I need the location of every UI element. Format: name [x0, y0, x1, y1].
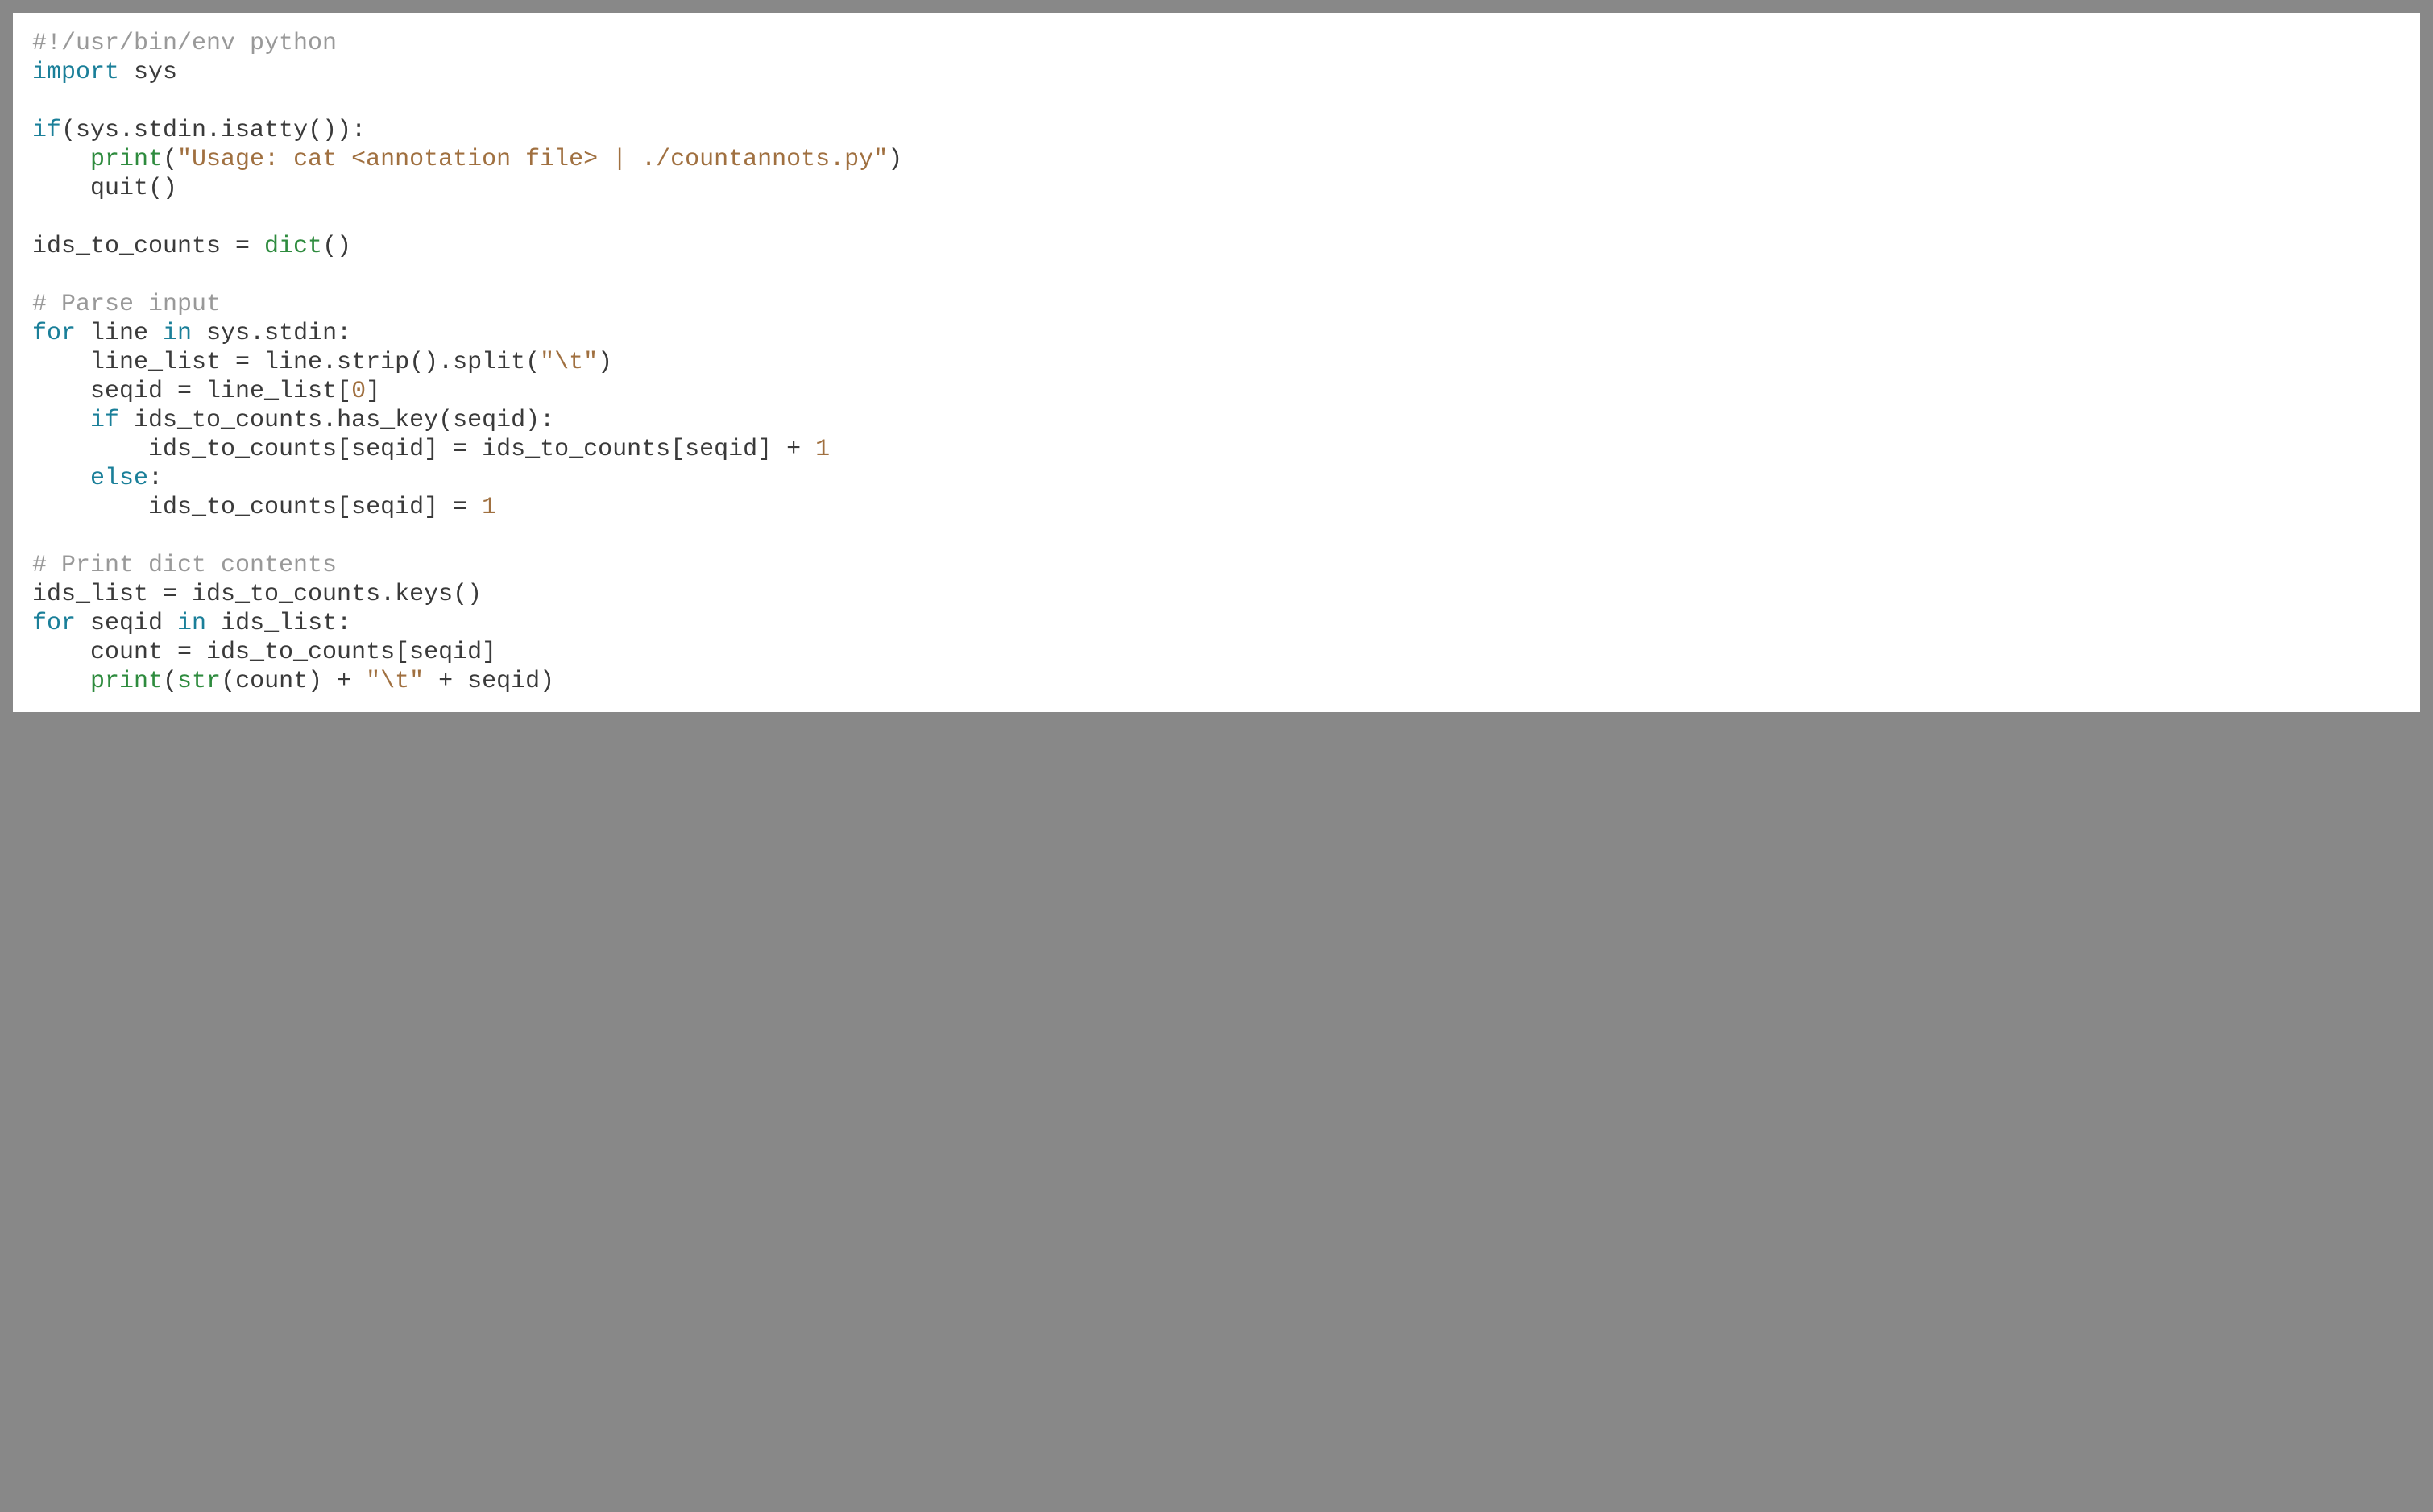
code-token: ids_to_counts[seqid] =: [32, 494, 482, 521]
code-token: ): [888, 146, 902, 173]
code-line: if(sys.stdin.isatty()):: [32, 116, 2401, 145]
code-token: seqid = line_list[: [32, 378, 351, 405]
code-token: [32, 668, 90, 695]
code-token: ids_to_counts.has_key(seqid):: [119, 407, 554, 434]
code-token: (sys.stdin.isatty()):: [61, 117, 366, 144]
python-code-block: #!/usr/bin/env pythonimport sys if(sys.s…: [13, 13, 2420, 712]
code-line: quit(): [32, 174, 2401, 203]
code-line: ids_list = ids_to_counts.keys(): [32, 580, 2401, 609]
code-token: # Print dict contents: [32, 552, 337, 579]
code-line: # Print dict contents: [32, 551, 2401, 580]
code-line: if ids_to_counts.has_key(seqid):: [32, 406, 2401, 435]
code-token: #!/usr/bin/env python: [32, 30, 337, 57]
code-token: if: [90, 407, 119, 434]
code-line: for line in sys.stdin:: [32, 319, 2401, 348]
code-token: ]: [366, 378, 380, 405]
code-token: [32, 146, 90, 173]
code-line: [32, 261, 2401, 290]
code-line: seqid = line_list[0]: [32, 377, 2401, 406]
code-line: print("Usage: cat <annotation file> | ./…: [32, 145, 2401, 174]
code-token: (count) +: [221, 668, 366, 695]
code-token: 1: [815, 436, 830, 463]
code-line: import sys: [32, 58, 2401, 87]
code-token: print: [90, 668, 163, 695]
code-line: print(str(count) + "\t" + seqid): [32, 667, 2401, 696]
code-token: "\t": [366, 668, 424, 695]
code-token: "Usage: cat <annotation file> | ./counta…: [177, 146, 888, 173]
code-token: ids_list = ids_to_counts.keys(): [32, 581, 482, 608]
code-token: for: [32, 610, 76, 637]
code-token: sys: [119, 59, 177, 86]
code-token: dict: [264, 233, 322, 260]
code-token: 0: [351, 378, 366, 405]
code-line: [32, 522, 2401, 551]
code-token: sys.stdin:: [192, 320, 351, 347]
code-token: [32, 465, 90, 492]
code-token: in: [177, 610, 206, 637]
code-token: for: [32, 320, 76, 347]
code-line: [32, 87, 2401, 116]
code-token: [32, 407, 90, 434]
code-line: line_list = line.strip().split("\t"): [32, 348, 2401, 377]
code-token: "\t": [540, 349, 598, 376]
code-line: ids_to_counts[seqid] = 1: [32, 493, 2401, 522]
code-token: if: [32, 117, 61, 144]
code-token: in: [163, 320, 192, 347]
code-line: ids_to_counts = dict(): [32, 232, 2401, 261]
code-token: count = ids_to_counts[seqid]: [32, 639, 496, 666]
code-line: # Parse input: [32, 290, 2401, 319]
code-token: ids_to_counts =: [32, 233, 264, 260]
code-token: str: [177, 668, 221, 695]
code-token: else: [90, 465, 148, 492]
code-token: (: [163, 146, 177, 173]
code-line: [32, 203, 2401, 232]
code-line: else:: [32, 464, 2401, 493]
code-token: # Parse input: [32, 291, 221, 318]
code-token: ids_to_counts[seqid] = ids_to_counts[seq…: [32, 436, 815, 463]
code-token: line_list = line.strip().split(: [32, 349, 540, 376]
code-token: (): [322, 233, 351, 260]
code-token: :: [148, 465, 163, 492]
code-token: ids_list:: [206, 610, 351, 637]
code-token: import: [32, 59, 119, 86]
code-token: print: [90, 146, 163, 173]
code-token: 1: [482, 494, 496, 521]
code-line: count = ids_to_counts[seqid]: [32, 638, 2401, 667]
code-token: (: [163, 668, 177, 695]
code-line: #!/usr/bin/env python: [32, 29, 2401, 58]
code-token: + seqid): [424, 668, 554, 695]
code-line: ids_to_counts[seqid] = ids_to_counts[seq…: [32, 435, 2401, 464]
code-token: quit(): [32, 175, 177, 202]
code-token: line: [76, 320, 163, 347]
code-line: for seqid in ids_list:: [32, 609, 2401, 638]
code-token: ): [598, 349, 612, 376]
code-token: seqid: [76, 610, 177, 637]
